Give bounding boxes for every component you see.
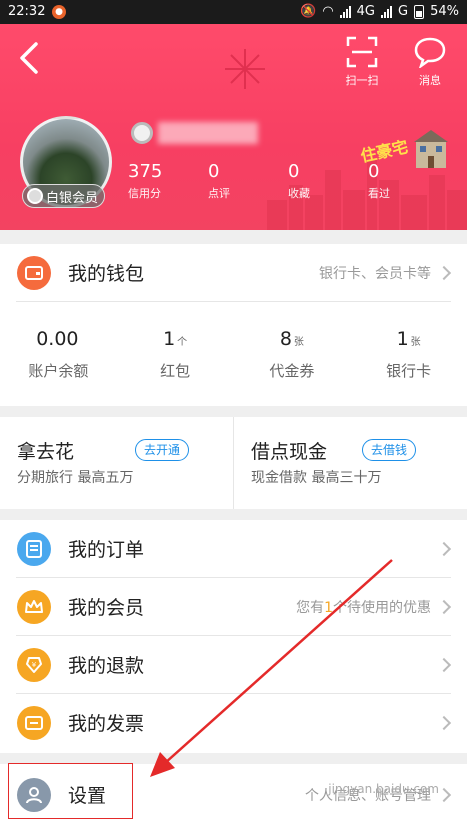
menu-item-membership[interactable]: 我的会员 您有1个待使用的优惠: [0, 578, 467, 635]
menu-item-invoices[interactable]: 我的发票: [0, 694, 467, 751]
finance-card-left[interactable]: 拿去花 去开通 分期旅行 最高五万: [0, 417, 233, 509]
scan-button[interactable]: 扫一扫: [336, 36, 388, 88]
stat-label: 点评: [208, 187, 230, 200]
annotation-highlight-box: [8, 763, 133, 819]
finance-section: 拿去花 去开通 分期旅行 最高五万 借点现金 去借钱 现金借款 最高三十万: [0, 417, 467, 509]
membership-hint: 您有1个待使用的优惠: [296, 599, 431, 616]
firework-decoration: [225, 49, 265, 89]
chevron-right-icon: [436, 657, 452, 672]
stat-favorites[interactable]: 0 收藏: [288, 161, 368, 201]
chevron-right-icon: [436, 715, 452, 730]
promo-label: 住豪宅: [358, 137, 410, 166]
stat-credit[interactable]: 375 信用分: [128, 161, 208, 201]
wallet-red-packet[interactable]: 1个 红包: [117, 328, 234, 381]
wallet-label: 红包: [160, 362, 191, 380]
status-bar: 22:32 ● 🔕 ◠ 4G G 54%: [0, 0, 467, 24]
menu-item-refunds[interactable]: ¥ 我的退款: [0, 636, 467, 693]
network-label-2: G: [398, 4, 409, 19]
scan-label: 扫一扫: [345, 74, 379, 87]
wallet-vouchers[interactable]: 8张 代金券: [234, 328, 351, 381]
menu-item-label: 我的发票: [68, 713, 145, 735]
chevron-right-icon: [436, 541, 452, 556]
stat-label: 信用分: [128, 187, 161, 200]
message-label: 消息: [419, 74, 441, 87]
profile-header: 扫一扫 消息 白银会员 375 信用分 0 点评 0 收藏 0 看过 住豪宅: [0, 24, 467, 230]
finance-subtitle: 现金借款 最高三十万: [251, 470, 382, 486]
wifi-icon: ◠: [322, 4, 334, 19]
back-icon[interactable]: [14, 38, 44, 78]
orders-icon: [17, 531, 51, 566]
stat-label: 收藏: [288, 187, 310, 200]
stat-label: 看过: [368, 187, 390, 200]
wallet-row[interactable]: 我的钱包 银行卡、会员卡等: [0, 244, 467, 301]
signal-icon-2: [381, 5, 393, 18]
scan-icon: [346, 36, 378, 68]
signal-icon: [339, 5, 351, 18]
chevron-right-icon: [436, 787, 452, 802]
refund-icon: ¥: [17, 647, 51, 682]
network-label: 4G: [356, 4, 376, 19]
wallet-label: 账户余额: [28, 362, 89, 380]
wallet-unit: 张: [293, 337, 304, 348]
vip-icon: [27, 188, 43, 204]
status-indicators: 🔕 ◠ 4G G 54%: [300, 4, 459, 19]
vip-badge[interactable]: 白银会员: [22, 184, 106, 208]
message-icon: [414, 37, 446, 68]
promo-banner[interactable]: 住豪宅: [358, 124, 452, 178]
battery-icon: [414, 4, 425, 19]
chevron-right-icon: [436, 599, 452, 614]
status-time: 22:32: [8, 4, 46, 19]
svg-text:¥: ¥: [32, 661, 37, 669]
house-icon: [414, 130, 448, 168]
wallet-grid: 0.00 账户余额 1个 红包 8张 代金券 1张 银行卡: [0, 328, 467, 381]
wallet-value: 8: [279, 328, 292, 350]
open-button[interactable]: 去开通: [135, 439, 190, 461]
finance-title: 拿去花: [17, 441, 75, 463]
battery-level: 54%: [430, 4, 459, 19]
wallet-title: 我的钱包: [68, 263, 145, 285]
wallet-hint: 银行卡、会员卡等: [319, 265, 431, 282]
stat-value: 375: [128, 161, 163, 182]
finance-subtitle: 分期旅行 最高五万: [17, 470, 134, 486]
wallet-unit: 个: [177, 337, 188, 348]
invoice-icon: [17, 705, 51, 740]
stat-value: 0: [288, 161, 300, 182]
finance-title: 借点现金: [251, 441, 328, 463]
chevron-right-icon: [436, 265, 452, 280]
mute-icon: 🔕: [300, 4, 317, 19]
wallet-icon: [17, 255, 51, 290]
wallet-label: 代金券: [269, 362, 315, 380]
vip-label: 白银会员: [46, 190, 99, 206]
crown-icon: [17, 589, 51, 624]
messages-button[interactable]: 消息: [404, 36, 456, 88]
menu-section: 我的订单 我的会员 您有1个待使用的优惠 ¥ 我的退款 我的发票: [0, 520, 467, 753]
stat-value: 0: [208, 161, 220, 182]
wallet-value: 1: [396, 328, 409, 350]
wallet-value: 0.00: [36, 328, 79, 350]
wallet-bank-cards[interactable]: 1张 银行卡: [350, 328, 467, 381]
user-level-icon: [131, 122, 153, 144]
menu-item-label: 我的退款: [68, 655, 145, 677]
stat-reviews[interactable]: 0 点评: [208, 161, 288, 201]
wallet-value: 1: [163, 328, 176, 350]
notification-icon: ●: [52, 5, 66, 19]
menu-item-label: 我的会员: [68, 597, 145, 619]
wallet-section: 我的钱包 银行卡、会员卡等 0.00 账户余额 1个 红包 8张 代金券 1张 …: [0, 244, 467, 406]
menu-item-label: 我的订单: [68, 539, 145, 561]
divider: [16, 301, 451, 302]
finance-card-right[interactable]: 借点现金 去借钱 现金借款 最高三十万: [234, 417, 467, 509]
wallet-label: 银行卡: [386, 362, 432, 380]
wallet-balance[interactable]: 0.00 账户余额: [0, 328, 117, 381]
username-blurred: [158, 122, 258, 144]
watermark: jingyan.baidu.com: [328, 782, 439, 796]
menu-item-orders[interactable]: 我的订单: [0, 520, 467, 577]
wallet-unit: 张: [410, 337, 421, 348]
borrow-button[interactable]: 去借钱: [362, 439, 417, 461]
